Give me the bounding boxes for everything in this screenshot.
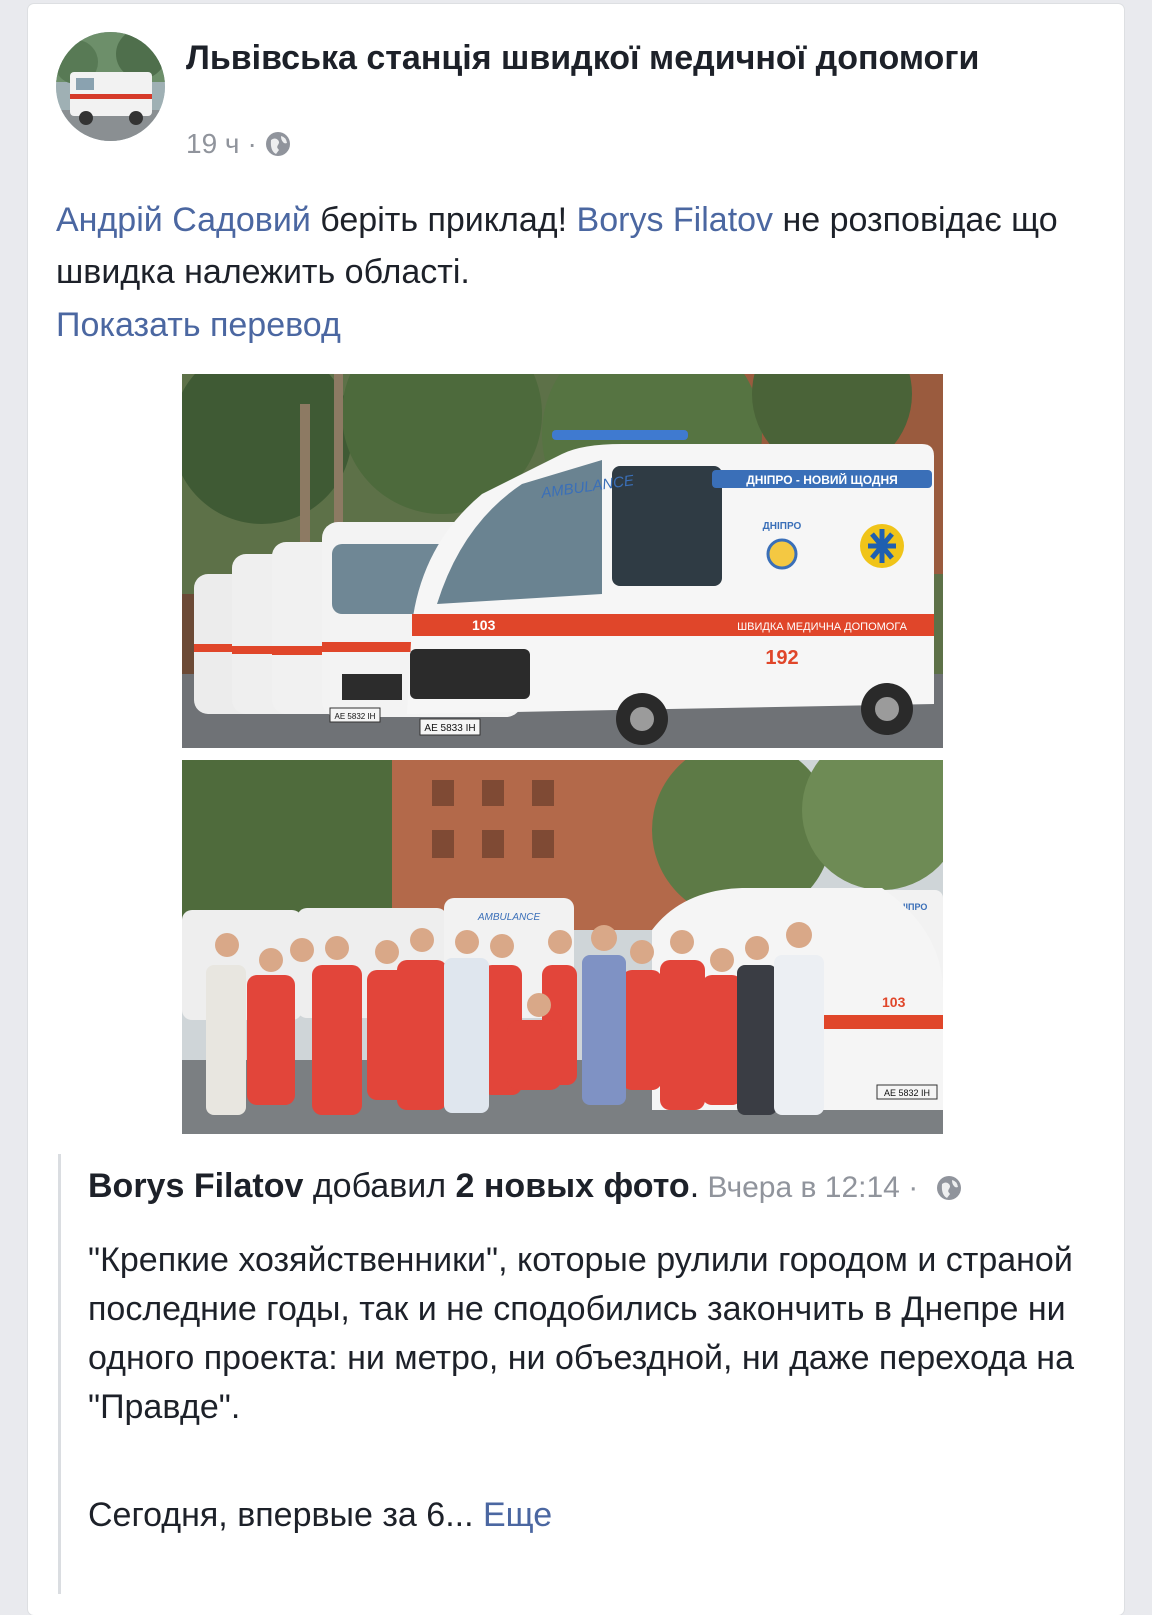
shared-photos-link[interactable]: 2 новых фото (456, 1167, 690, 1205)
see-more-link[interactable]: Еще (483, 1496, 552, 1534)
van-stripe-text: ШВИДКА МЕДИЧНА ДОПОМОГА (737, 621, 908, 633)
page-name[interactable]: Львівська станція швидкої медичної допом… (186, 34, 986, 82)
shared-post-teaser: Сегодня, впервые за 6... Еще (88, 1496, 552, 1535)
post-card: Львівська станція швидкої медичної допом… (28, 4, 1124, 1615)
van-unit: 103 (882, 994, 906, 1010)
post-meta: 19 ч · (186, 128, 291, 160)
avatar-ambulance-image (56, 32, 165, 141)
photo-staff-group[interactable]: AMBULANCE ДНІПРО 103 AE 5832 IH (182, 760, 943, 1134)
van-side-number: 192 (765, 647, 798, 669)
show-translation-link[interactable]: Показать перевод (56, 306, 341, 345)
van-logo-text: ДНІПРО (763, 521, 802, 532)
shared-post-header: Borys Filatov добавил 2 новых фото. Вчер… (88, 1162, 1098, 1212)
meta-separator: · (908, 1171, 919, 1204)
page-avatar[interactable] (56, 32, 165, 141)
shared-action-text: добавил (303, 1167, 456, 1205)
van-plate: AE 5833 IH (424, 723, 475, 734)
van-plate: AE 5832 IH (884, 1088, 930, 1098)
globe-icon (936, 1176, 961, 1200)
post-text: Андрій Садовий беріть приклад! Borys Fil… (56, 194, 1096, 298)
van-plate: AE 5832 IH (335, 712, 376, 721)
globe-icon[interactable] (265, 131, 291, 157)
shared-post: Borys Filatov добавил 2 новых фото. Вчер… (58, 1154, 1101, 1594)
post-time[interactable]: 19 ч (186, 128, 240, 160)
van-banner: ДНІПРО - НОВИЙ ЩОДНЯ (746, 472, 898, 487)
van-ambulance-word: AMBULANCE (477, 912, 541, 923)
shared-period: . (689, 1167, 700, 1205)
post-text-part: беріть приклад! (310, 201, 577, 239)
shared-teaser-text: Сегодня, впервые за 6... (88, 1496, 483, 1534)
van-unit: 103 (472, 617, 496, 633)
mention-link[interactable]: Андрій Садовий (56, 201, 311, 239)
shared-post-text: "Крепкие хозяйственники", которые рулили… (88, 1241, 1074, 1426)
shared-author-link[interactable]: Borys Filatov (88, 1167, 303, 1205)
photo-ambulances[interactable]: ДНІПРО - НОВИЙ ЩОДНЯ ШВИДКА МЕДИЧНА ДОПО… (182, 374, 943, 748)
shared-time[interactable]: Вчера в 12:14 (699, 1171, 908, 1204)
meta-separator: · (247, 128, 257, 159)
mention-link[interactable]: Borys Filatov (577, 201, 774, 239)
